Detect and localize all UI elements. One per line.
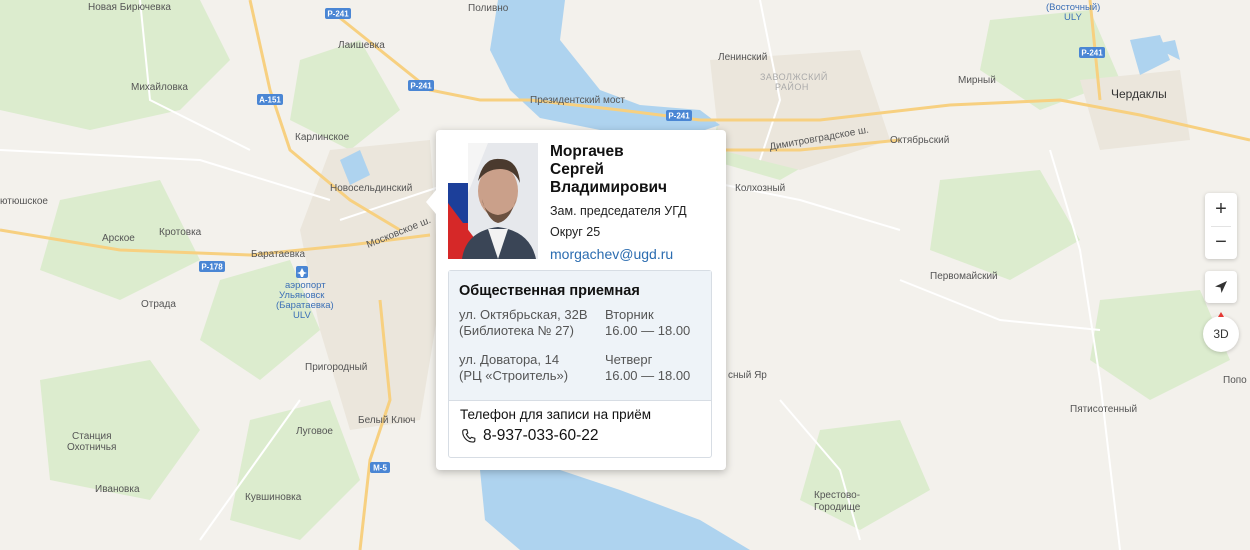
deputy-popup: Моргачев Сергей Владимирович Зам. предсе…	[426, 130, 726, 470]
location-arrow-icon	[1215, 281, 1227, 293]
deputy-district: Округ 25	[550, 225, 601, 239]
place-label: ютюшское	[0, 196, 48, 207]
place-label: Мирный	[958, 75, 996, 86]
place-label: Арское	[102, 233, 135, 244]
reception-schedule-time: Четверг 16.00 — 18.00	[605, 352, 690, 384]
address-line: ул. Октябрьская, 32В	[459, 307, 588, 322]
compass-north-icon	[1218, 312, 1224, 317]
place-label: Баратаевка	[251, 249, 306, 260]
road-sign-p241-a: Р-241	[325, 8, 351, 19]
place-label: Ленинский	[718, 52, 767, 63]
place-label: Кувшиновка	[245, 492, 302, 503]
place-label: Пятисотенный	[1070, 404, 1137, 415]
phone-caption: Телефон для записи на приём	[460, 407, 652, 422]
svg-text:Р-241: Р-241	[410, 82, 432, 91]
3d-label: 3D	[1213, 327, 1229, 341]
svg-text:Р-241: Р-241	[327, 10, 349, 19]
svg-text:А-151: А-151	[259, 96, 281, 105]
place-label: Луговое	[296, 426, 333, 437]
reception-schedule-time: Вторник 16.00 — 18.00	[605, 307, 690, 339]
airport-icon[interactable]	[296, 266, 308, 278]
zoom-out-button[interactable]: −	[1205, 226, 1237, 259]
address-line: ул. Доватора, 14	[459, 352, 560, 367]
place-label: Михайловка	[131, 82, 188, 93]
deputy-name: Моргачев Сергей Владимирович	[550, 143, 720, 197]
place-label: Отрада	[141, 299, 176, 310]
reception-address: ул. Доватора, 14 (РЦ «Строитель»)	[459, 352, 568, 384]
reception-day: Вторник	[605, 307, 654, 322]
zoom-control: + −	[1205, 193, 1237, 259]
phone-link[interactable]: 8-937-033-60-22	[460, 427, 598, 445]
place-label: Станция	[72, 431, 112, 442]
svg-text:Р-241: Р-241	[668, 112, 690, 121]
reception-office-box: Общественная приемная ул. Октябрьская, 3…	[448, 270, 712, 458]
place-label: Октябрьский	[890, 134, 949, 146]
place-label: ULV	[293, 310, 311, 321]
road-sign-p241-b: Р-241	[408, 80, 434, 91]
phone-icon	[462, 429, 476, 443]
reception-time: 16.00 — 18.00	[605, 368, 691, 383]
place-label: Поливно	[468, 3, 509, 14]
deputy-first-name: Сергей	[550, 161, 604, 178]
deputy-email-link[interactable]: morgachev@ugd.ru	[550, 246, 673, 262]
reception-address: ул. Октябрьская, 32В (Библиотека № 27)	[459, 307, 588, 339]
place-label: Колхозный	[735, 183, 785, 194]
place-label: Пригородный	[305, 362, 367, 373]
place-label: Попо	[1223, 375, 1247, 386]
road-sign-p241-d: Р-241	[1079, 47, 1105, 58]
place-label: ЗАВОЛЖСКИЙ	[760, 71, 828, 82]
place-label: Новая Бирючевка	[88, 2, 171, 13]
svg-text:Р-178: Р-178	[201, 263, 223, 272]
place-label: Карлинское	[295, 132, 350, 143]
place-label: Первомайский	[930, 271, 998, 282]
place-label: Крестово-	[814, 490, 860, 501]
3d-mode-button[interactable]: 3D	[1203, 312, 1239, 352]
place-label: РАЙОН	[775, 81, 809, 92]
place-label: Городище	[814, 502, 861, 513]
svg-text:М-5: М-5	[373, 464, 387, 473]
place-label: Ивановка	[95, 484, 140, 495]
place-label: сный Яр	[728, 370, 767, 381]
place-label: Белый Ключ	[358, 415, 415, 426]
road-sign-m5: М-5	[370, 462, 390, 473]
deputy-surname: Моргачев	[550, 143, 624, 160]
address-note: (РЦ «Строитель»)	[459, 368, 569, 383]
place-label: Кротовка	[159, 227, 202, 238]
geolocation-button[interactable]	[1205, 271, 1237, 303]
reception-title: Общественная приемная	[459, 283, 640, 299]
place-label: Президентский мост	[530, 95, 625, 106]
reception-day: Четверг	[605, 352, 653, 367]
place-label: Охотничья	[67, 442, 116, 453]
reception-schedule: Общественная приемная ул. Октябрьская, 3…	[449, 271, 711, 401]
place-label: ULY	[1064, 12, 1082, 23]
place-label: Чердаклы	[1111, 87, 1167, 101]
road-sign-a151: А-151	[257, 94, 283, 105]
deputy-photo	[448, 143, 538, 259]
road-sign-p178: Р-178	[199, 261, 225, 272]
svg-text:Р-241: Р-241	[1081, 49, 1103, 58]
deputy-patronymic: Владимирович	[550, 179, 668, 196]
place-label: Лаишевка	[338, 40, 385, 51]
address-note: (Библиотека № 27)	[459, 323, 574, 338]
reception-time: 16.00 — 18.00	[605, 323, 691, 338]
phone-number: 8-937-033-60-22	[483, 427, 599, 444]
deputy-role: Зам. председателя УГД	[550, 204, 687, 218]
zoom-in-button[interactable]: +	[1205, 193, 1237, 226]
place-label: Новосельдинский	[330, 183, 412, 194]
road-sign-p241-c: Р-241	[666, 110, 692, 121]
